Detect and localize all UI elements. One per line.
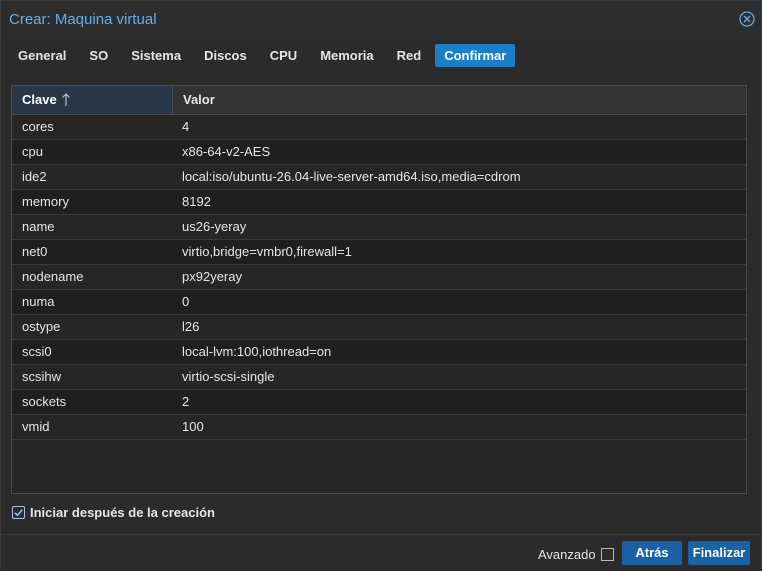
- row-value: l26: [182, 319, 200, 334]
- start-after-create-label: Iniciar después de la creación: [30, 505, 215, 520]
- tab-confirmar[interactable]: Confirmar: [435, 44, 516, 67]
- table-row[interactable]: ide2 local:iso/ubuntu-26.04-live-server-a…: [12, 165, 746, 190]
- table-row[interactable]: nodename px92yeray: [12, 265, 746, 290]
- row-value: virtio-scsi-single: [182, 369, 275, 384]
- column-header-key-label: Clave: [22, 92, 57, 107]
- row-key: nodename: [22, 269, 84, 284]
- row-key: numa: [22, 294, 55, 309]
- advanced-label: Avanzado: [538, 547, 596, 562]
- table-row[interactable]: memory 8192: [12, 190, 746, 215]
- table-row[interactable]: numa 0: [12, 290, 746, 315]
- grid-body: cores 4 cpu x86-64-v2-AES ide2 local:iso/ub…: [12, 115, 746, 440]
- row-value: x86-64-v2-AES: [182, 144, 271, 159]
- checkbox-checked-icon[interactable]: [12, 506, 25, 519]
- table-row[interactable]: vmid 100: [12, 415, 746, 440]
- table-row[interactable]: net0 virtio,bridge=vmbr0,firewall=1: [12, 240, 746, 265]
- row-value: local-lvm:100,iothread=on: [182, 344, 332, 359]
- grid-header: Clave Valor: [12, 86, 746, 115]
- dialog-title: Crear: Maquina virtual: [9, 11, 157, 28]
- column-header-key[interactable]: Clave: [12, 86, 173, 114]
- start-after-create-checkbox[interactable]: Iniciar después de la creación: [12, 505, 215, 520]
- row-value: 4: [182, 119, 190, 134]
- create-vm-dialog: Crear: Maquina virtual General SO Sistem…: [0, 0, 762, 571]
- advanced-checkbox[interactable]: [600, 548, 614, 561]
- row-key: name: [22, 219, 55, 234]
- row-value: 0: [182, 294, 190, 309]
- row-key: cores: [22, 119, 54, 134]
- row-value: virtio,bridge=vmbr0,firewall=1: [182, 244, 352, 259]
- wizard-tabs: General SO Sistema Discos CPU Memoria Re…: [9, 44, 520, 68]
- tab-red[interactable]: Red: [388, 44, 431, 67]
- row-value: 8192: [182, 194, 211, 209]
- dialog-titlebar: Crear: Maquina virtual: [1, 1, 761, 39]
- table-row[interactable]: name us26-yeray: [12, 215, 746, 240]
- table-row[interactable]: scsihw virtio-scsi-single: [12, 365, 746, 390]
- finish-button[interactable]: Finalizar: [688, 541, 750, 565]
- back-button[interactable]: Atrás: [622, 541, 682, 565]
- row-value: 2: [182, 394, 190, 409]
- table-row[interactable]: sockets 2: [12, 390, 746, 415]
- row-key: cpu: [22, 144, 43, 159]
- tab-memoria[interactable]: Memoria: [311, 44, 382, 67]
- advanced-toggle[interactable]: Avanzado: [538, 547, 614, 562]
- row-key: ostype: [22, 319, 61, 334]
- row-key: memory: [22, 194, 69, 209]
- tab-discos[interactable]: Discos: [195, 44, 256, 67]
- arrow-up-icon: [61, 93, 70, 106]
- table-row[interactable]: scsi0 local-lvm:100,iothread=on: [12, 340, 746, 365]
- table-row[interactable]: cpu x86-64-v2-AES: [12, 140, 746, 165]
- row-key: vmid: [22, 419, 50, 434]
- table-row[interactable]: ostype l26: [12, 315, 746, 340]
- tab-so[interactable]: SO: [80, 44, 117, 67]
- table-row[interactable]: cores 4: [12, 115, 746, 140]
- tab-general[interactable]: General: [9, 44, 75, 67]
- row-key: scsi0: [22, 344, 52, 359]
- close-icon[interactable]: [739, 11, 755, 27]
- dialog-footer: Avanzado Atrás Finalizar: [1, 534, 761, 571]
- row-key: scsihw: [22, 369, 62, 384]
- summary-grid: Clave Valor cores 4 cpu x86-64-v2-AES ide2…: [11, 85, 747, 494]
- tab-sistema[interactable]: Sistema: [122, 44, 190, 67]
- row-key: net0: [22, 244, 48, 259]
- tab-cpu[interactable]: CPU: [261, 44, 306, 67]
- row-value: local:iso/ubuntu-26.04-live-server-amd64…: [182, 169, 521, 184]
- row-key: sockets: [22, 394, 67, 409]
- row-value: px92yeray: [182, 269, 242, 284]
- row-value: us26-yeray: [182, 219, 247, 234]
- row-key: ide2: [22, 169, 47, 184]
- column-header-value[interactable]: Valor: [173, 86, 746, 114]
- row-value: 100: [182, 419, 204, 434]
